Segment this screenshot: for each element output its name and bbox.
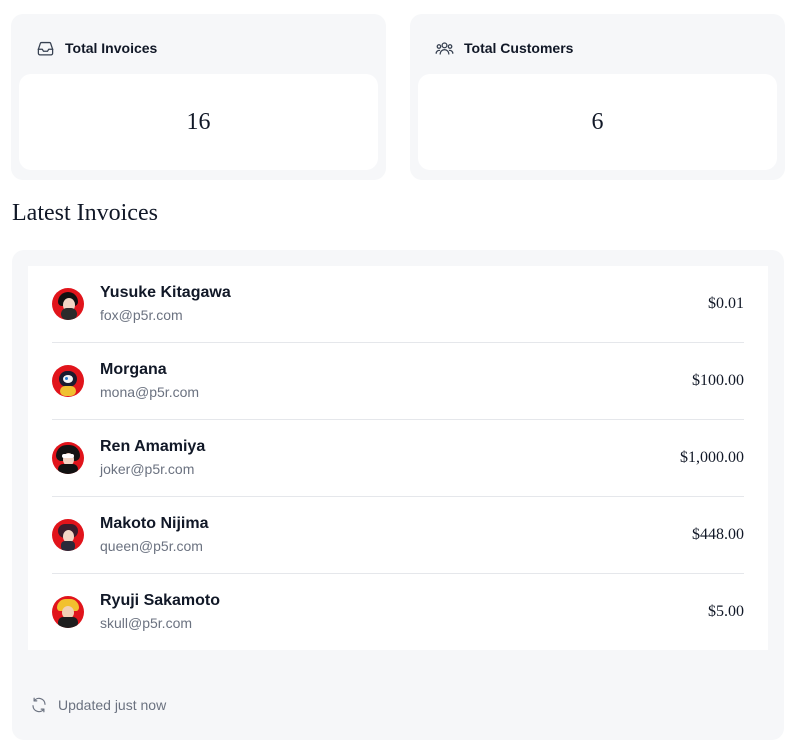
updated-text: Updated just now (58, 697, 167, 713)
customer-name: Makoto Nijima (100, 515, 209, 532)
customer-email: joker@p5r.com (100, 461, 195, 477)
avatar (52, 596, 84, 628)
customer-email: fox@p5r.com (100, 307, 183, 323)
latest-invoices-panel: Yusuke Kitagawa fox@p5r.com $0.01 Morgan… (12, 250, 784, 740)
invoice-list: Yusuke Kitagawa fox@p5r.com $0.01 Morgan… (28, 266, 768, 650)
total-customers-value: 6 (591, 108, 604, 135)
invoice-row: Ryuji Sakamoto skull@p5r.com $5.00 (52, 573, 744, 650)
invoice-row: Ren Amamiya joker@p5r.com $1,000.00 (52, 419, 744, 496)
invoice-amount: $0.01 (708, 295, 744, 312)
card-value-box: 16 (19, 74, 378, 170)
customer-text: Ryuji Sakamoto skull@p5r.com (100, 591, 220, 633)
customer-name: Ryuji Sakamoto (100, 592, 221, 609)
users-icon (435, 39, 454, 58)
total-invoices-value: 16 (186, 108, 211, 135)
avatar (52, 442, 84, 474)
invoice-amount: $5.00 (708, 603, 744, 620)
customer-info: Ren Amamiya joker@p5r.com (52, 437, 205, 479)
card-title: Total Invoices (65, 40, 158, 56)
card-header: Total Customers (435, 39, 573, 57)
customer-name: Yusuke Kitagawa (100, 284, 231, 301)
customer-text: Makoto Nijima queen@p5r.com (100, 514, 208, 556)
avatar (52, 519, 84, 551)
inbox-icon (36, 39, 55, 58)
customer-text: Ren Amamiya joker@p5r.com (100, 437, 205, 479)
customer-name: Morgana (100, 361, 167, 378)
invoice-row: Makoto Nijima queen@p5r.com $448.00 (52, 496, 744, 573)
card-title: Total Customers (464, 40, 574, 56)
invoice-amount: $1,000.00 (680, 449, 744, 466)
customer-text: Yusuke Kitagawa fox@p5r.com (100, 283, 231, 325)
customer-email: queen@p5r.com (100, 538, 203, 554)
customer-info: Yusuke Kitagawa fox@p5r.com (52, 283, 231, 325)
total-customers-card: Total Customers 6 (410, 14, 785, 180)
invoice-amount: $100.00 (692, 372, 744, 389)
customer-name: Ren Amamiya (100, 438, 206, 455)
customer-text: Morgana mona@p5r.com (100, 360, 199, 402)
invoice-row: Yusuke Kitagawa fox@p5r.com $0.01 (52, 266, 744, 342)
card-value-box: 6 (418, 74, 777, 170)
total-invoices-card: Total Invoices 16 (11, 14, 386, 180)
invoice-row: Morgana mona@p5r.com $100.00 (52, 342, 744, 419)
latest-invoices-title: Latest Invoices (12, 200, 158, 226)
customer-info: Makoto Nijima queen@p5r.com (52, 514, 208, 556)
avatar (52, 288, 84, 320)
update-status: Updated just now (30, 696, 166, 714)
customer-info: Ryuji Sakamoto skull@p5r.com (52, 591, 220, 633)
refresh-icon[interactable] (30, 696, 48, 714)
customer-info: Morgana mona@p5r.com (52, 360, 199, 402)
customer-email: skull@p5r.com (100, 615, 193, 631)
invoice-amount: $448.00 (692, 526, 744, 543)
avatar (52, 365, 84, 397)
card-header: Total Invoices (36, 39, 157, 57)
customer-email: mona@p5r.com (100, 384, 200, 400)
